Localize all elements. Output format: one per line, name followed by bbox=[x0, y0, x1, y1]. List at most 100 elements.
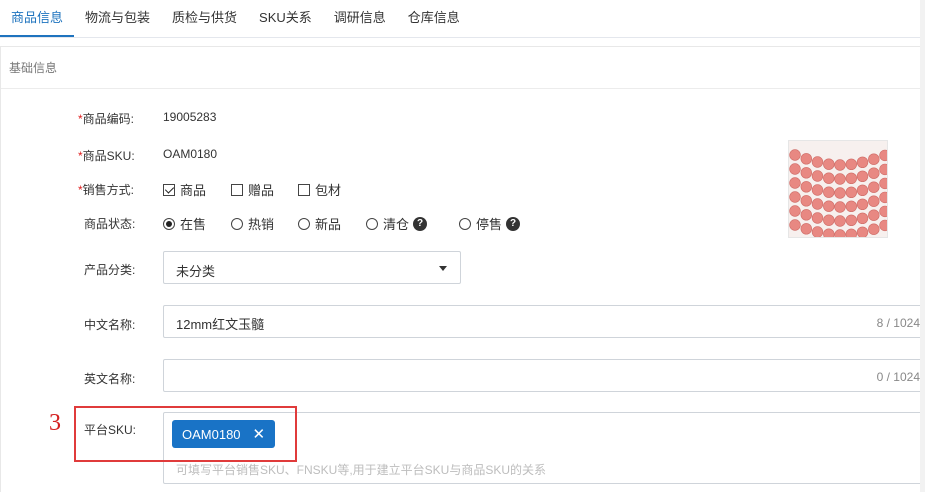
coral-beads-image bbox=[789, 141, 887, 237]
bead bbox=[868, 209, 880, 221]
bead bbox=[834, 215, 846, 227]
bead bbox=[868, 153, 880, 165]
bead bbox=[834, 187, 846, 199]
bead bbox=[811, 170, 824, 182]
bead bbox=[800, 167, 812, 179]
tab-bar: 商品信息 物流与包装 质检与供货 SKU关系 调研信息 仓库信息 bbox=[0, 0, 925, 38]
bead bbox=[856, 184, 869, 196]
annotation-highlight-box bbox=[74, 406, 297, 462]
bead bbox=[868, 181, 880, 193]
bead bbox=[868, 223, 880, 235]
bead bbox=[856, 156, 869, 168]
tab-research-info[interactable]: 调研信息 bbox=[323, 0, 397, 37]
tab-warehouse-info[interactable]: 仓库信息 bbox=[397, 0, 471, 37]
tab-sku-relation[interactable]: SKU关系 bbox=[248, 0, 323, 37]
annotation-step-number: 3 bbox=[49, 410, 61, 436]
status-label: 商品状态: bbox=[84, 217, 136, 231]
category-select[interactable]: 未分类 bbox=[163, 251, 461, 284]
bead bbox=[800, 209, 812, 221]
sale-method-goods-checkbox[interactable]: 商品 bbox=[163, 180, 206, 199]
bead bbox=[856, 212, 869, 225]
tab-product-info[interactable]: 商品信息 bbox=[0, 0, 75, 37]
tab-qc-supply[interactable]: 质检与供货 bbox=[161, 0, 248, 37]
bead bbox=[823, 214, 835, 226]
checkbox-icon bbox=[231, 183, 243, 196]
radio-label: 清仓 bbox=[383, 217, 410, 232]
bead bbox=[845, 200, 857, 213]
sku-value: OAM0180 bbox=[163, 147, 218, 161]
product-image[interactable] bbox=[788, 140, 888, 238]
en-name-char-count: 0 / 1024 bbox=[876, 370, 920, 384]
bead bbox=[845, 172, 857, 184]
radio-icon bbox=[459, 217, 471, 230]
bead bbox=[823, 158, 835, 170]
bead bbox=[823, 172, 835, 184]
bead bbox=[823, 228, 835, 237]
bead bbox=[789, 149, 801, 161]
checkbox-label: 赠品 bbox=[248, 183, 275, 198]
code-label-text: 商品编码: bbox=[82, 112, 135, 126]
cn-name-label: 中文名称: bbox=[84, 318, 136, 332]
bead bbox=[879, 219, 887, 232]
scrollbar[interactable] bbox=[920, 0, 925, 492]
bead bbox=[811, 226, 824, 237]
bead bbox=[834, 159, 846, 171]
bead bbox=[800, 153, 812, 165]
bead bbox=[811, 198, 824, 210]
bead bbox=[879, 163, 887, 176]
bead bbox=[868, 195, 880, 207]
bead bbox=[879, 205, 887, 218]
sku-label: *商品SKU: bbox=[78, 147, 135, 164]
sale-method-packaging-checkbox[interactable]: 包材 bbox=[298, 180, 341, 199]
bead bbox=[845, 214, 857, 227]
radio-icon bbox=[366, 217, 378, 230]
checkbox-label: 商品 bbox=[180, 183, 207, 198]
status-clearance-radio[interactable]: 清仓? bbox=[366, 214, 428, 233]
radio-icon bbox=[298, 217, 310, 230]
bead bbox=[811, 184, 824, 196]
section-title: 基础信息 bbox=[1, 47, 925, 89]
bead bbox=[789, 205, 801, 217]
caret-down-icon bbox=[439, 266, 447, 271]
checkbox-icon bbox=[298, 183, 310, 196]
status-on-sale-radio[interactable]: 在售 bbox=[163, 214, 206, 233]
sku-label-text: 商品SKU: bbox=[82, 149, 135, 163]
bead bbox=[823, 200, 835, 212]
cn-name-input[interactable]: 12mm红文玉髓 8 / 1024 bbox=[163, 305, 925, 338]
radio-label: 新品 bbox=[315, 217, 342, 232]
en-name-label: 英文名称: bbox=[84, 372, 136, 386]
checkbox-label: 包材 bbox=[315, 183, 342, 198]
bead bbox=[834, 201, 846, 213]
bead bbox=[800, 195, 812, 207]
bead bbox=[879, 149, 887, 162]
cn-name-char-count: 8 / 1024 bbox=[876, 316, 920, 330]
category-selected-value: 未分类 bbox=[176, 264, 216, 279]
status-new-radio[interactable]: 新品 bbox=[298, 214, 341, 233]
sale-method-label-text: 销售方式: bbox=[82, 183, 135, 197]
radio-label: 在售 bbox=[180, 217, 207, 232]
bead bbox=[789, 163, 801, 175]
bead bbox=[789, 191, 801, 203]
cn-name-value: 12mm红文玉髓 bbox=[176, 317, 265, 332]
bead bbox=[879, 177, 887, 190]
tab-logistics-packaging[interactable]: 物流与包装 bbox=[74, 0, 161, 37]
bead bbox=[845, 186, 857, 198]
radio-label: 热销 bbox=[248, 217, 275, 232]
status-discontinued-radio[interactable]: 停售? bbox=[459, 214, 521, 233]
bead bbox=[845, 158, 857, 170]
bead bbox=[800, 181, 812, 193]
bead bbox=[856, 226, 869, 237]
bead bbox=[856, 198, 869, 210]
checkbox-checked-icon bbox=[163, 183, 175, 196]
sale-method-gift-checkbox[interactable]: 赠品 bbox=[231, 180, 274, 199]
bead bbox=[789, 177, 801, 189]
radio-icon bbox=[231, 217, 243, 230]
bead bbox=[811, 212, 824, 224]
en-name-input[interactable]: 0 / 1024 bbox=[163, 359, 925, 392]
bead bbox=[879, 191, 887, 204]
help-icon[interactable]: ? bbox=[413, 216, 428, 231]
help-icon[interactable]: ? bbox=[506, 216, 521, 231]
code-label: *商品编码: bbox=[78, 110, 134, 127]
status-hot-radio[interactable]: 热销 bbox=[231, 214, 274, 233]
category-label: 产品分类: bbox=[84, 263, 136, 277]
